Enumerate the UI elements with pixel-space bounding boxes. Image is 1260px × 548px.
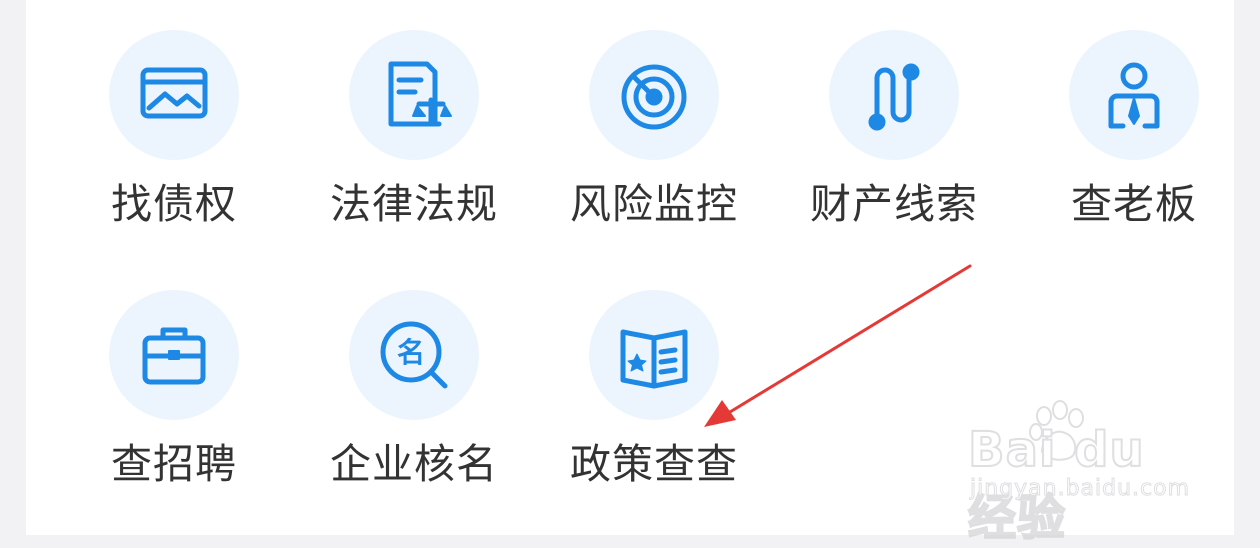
policy-book-icon xyxy=(620,329,688,389)
route-path-icon xyxy=(868,63,920,131)
baidu-watermark: Bai du 经验 jingyan.baidu.com xyxy=(967,400,1198,547)
menu-label: 风险监控 xyxy=(570,180,738,228)
menu-label: 查招聘 xyxy=(111,440,237,488)
menu-item-find-jobs[interactable]: 查招聘 xyxy=(54,290,294,530)
watermark-url: jingyan.baidu.com xyxy=(969,476,1191,502)
menu-label: 法律法规 xyxy=(330,180,498,228)
menu-item-laws[interactable]: 法律法规 xyxy=(294,30,534,270)
briefcase-icon xyxy=(142,327,206,385)
debt-image-icon xyxy=(140,67,208,119)
icon-circle xyxy=(109,30,239,160)
icon-circle xyxy=(1069,30,1199,160)
icon-circle: 名 xyxy=(349,290,479,420)
svg-text:名: 名 xyxy=(397,336,425,369)
menu-item-company-name[interactable]: 名 企业核名 xyxy=(294,290,534,530)
icon-circle xyxy=(829,30,959,160)
law-document-icon xyxy=(388,61,452,127)
icon-circle xyxy=(109,290,239,420)
menu-label: 查老板 xyxy=(1071,180,1197,228)
menu-label: 政策查查 xyxy=(570,440,738,488)
icon-circle xyxy=(589,30,719,160)
radar-icon xyxy=(621,64,687,130)
menu-label: 找债权 xyxy=(111,180,237,228)
menu-item-find-boss[interactable]: 查老板 xyxy=(1014,30,1254,270)
icon-circle xyxy=(589,290,719,420)
menu-item-asset-clues[interactable]: 财产线索 xyxy=(774,30,1014,270)
menu-item-policy[interactable]: 政策查查 xyxy=(534,290,774,530)
name-search-icon: 名 xyxy=(380,321,448,389)
menu-label: 企业核名 xyxy=(330,440,498,488)
menu-label: 财产线索 xyxy=(810,180,978,228)
menu-item-find-debt[interactable]: 找债权 xyxy=(54,30,294,270)
boss-person-icon xyxy=(1108,62,1160,129)
icon-circle xyxy=(349,30,479,160)
menu-item-risk-monitor[interactable]: 风险监控 xyxy=(534,30,774,270)
